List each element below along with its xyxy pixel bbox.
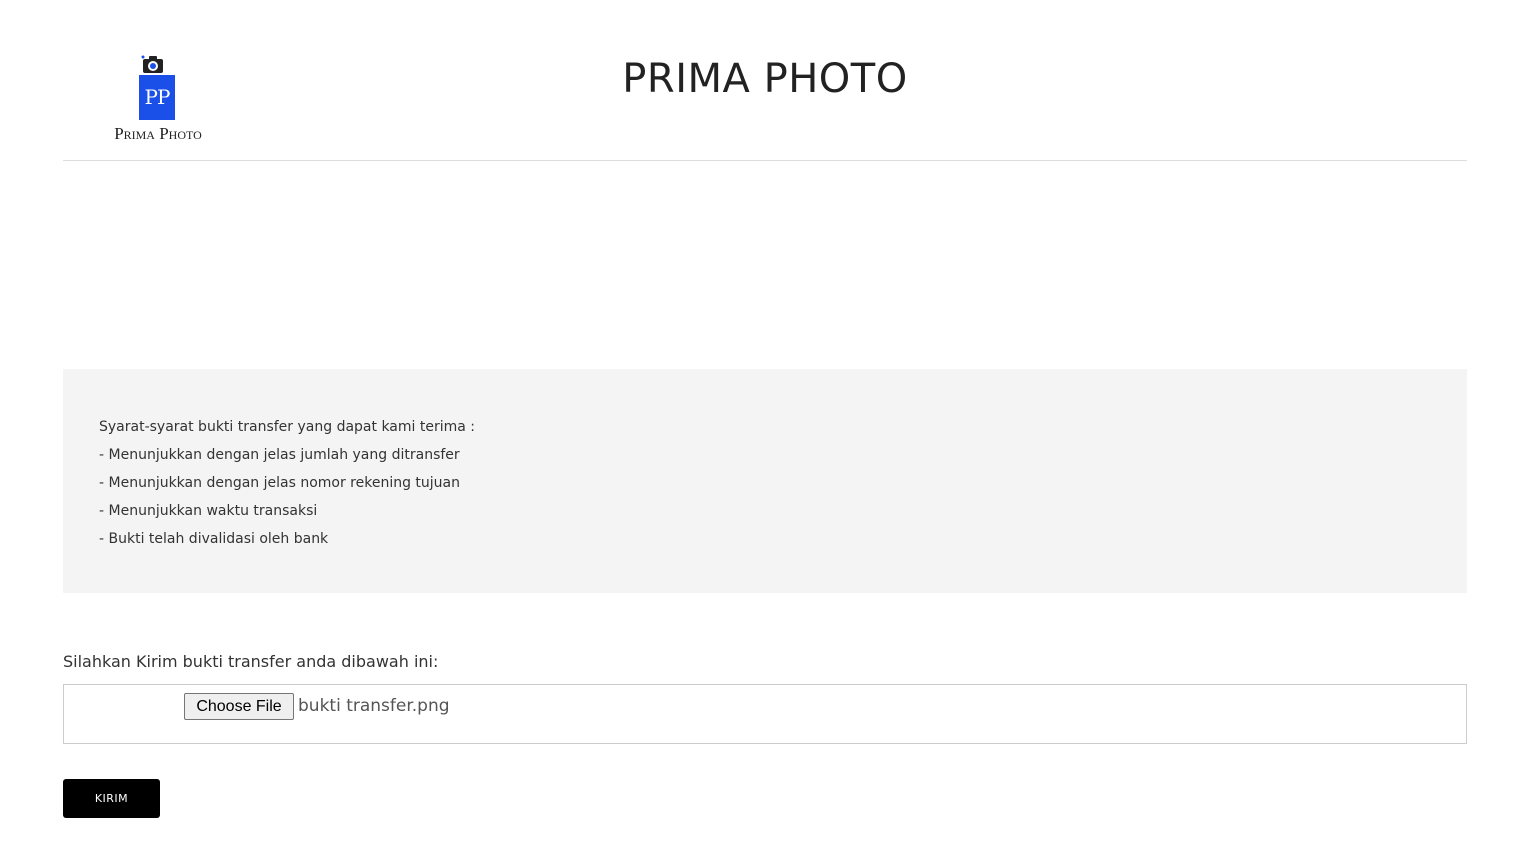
requirement-item: - Menunjukkan waktu transaksi bbox=[99, 503, 318, 519]
submit-button[interactable]: KIRIM bbox=[63, 779, 160, 818]
logo-text: Prima Photo bbox=[114, 124, 202, 143]
page: PP Prima Photo PRIMA PHOTO Syarat-syarat… bbox=[0, 0, 1537, 863]
page-title: PRIMA PHOTO bbox=[622, 56, 908, 102]
requirement-item: - Bukti telah divalidasi oleh bank bbox=[99, 531, 329, 547]
upload-label: Silahkan Kirim bukti transfer anda dibaw… bbox=[63, 652, 439, 671]
requirement-item: - Menunjukkan dengan jelas nomor rekenin… bbox=[99, 475, 461, 491]
requirement-item: - Menunjukkan dengan jelas jumlah yang d… bbox=[99, 447, 460, 463]
file-upload-field[interactable]: Choose File bukti transfer.png bbox=[63, 684, 1467, 744]
site-header: PP Prima Photo PRIMA PHOTO bbox=[63, 0, 1467, 161]
transfer-requirements: Syarat-syarat bukti transfer yang dapat … bbox=[63, 369, 1467, 593]
choose-file-button[interactable]: Choose File bbox=[184, 693, 294, 720]
requirements-heading: Syarat-syarat bukti transfer yang dapat … bbox=[99, 419, 475, 435]
selected-file-name: bukti transfer.png bbox=[298, 696, 450, 716]
